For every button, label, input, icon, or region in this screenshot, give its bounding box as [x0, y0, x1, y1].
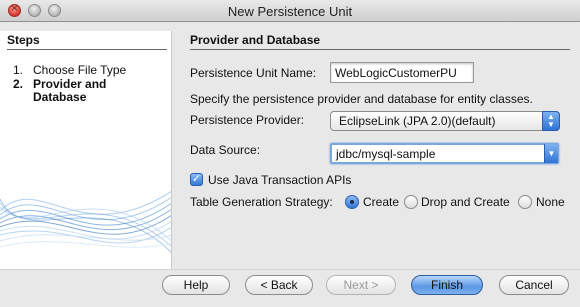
back-button[interactable]: < Back	[245, 275, 313, 295]
provider-select-value: EclipseLink (JPA 2.0)(default)	[339, 114, 496, 128]
description-text: Specify the persistence provider and dat…	[190, 92, 533, 106]
cancel-button[interactable]: Cancel	[499, 275, 569, 295]
provider-select[interactable]: EclipseLink (JPA 2.0)(default) ▲ ▼	[330, 111, 560, 131]
title-bar: × New Persistence Unit	[0, 0, 580, 22]
finish-button[interactable]: Finish	[411, 275, 483, 295]
decorative-wave-graphic	[0, 191, 171, 253]
step-item-1: 1. Choose File Type	[13, 64, 153, 77]
step-number: 1.	[13, 63, 24, 77]
steps-divider	[7, 49, 167, 50]
steps-panel: Steps 1. Choose File Type 2. Provider and …	[0, 31, 172, 269]
step-item-2: 2. Provider and Database	[13, 78, 153, 104]
jta-label: Use Java Transaction APIs	[208, 173, 352, 187]
radio-none-label: None	[536, 195, 565, 209]
dropdown-arrow-icon[interactable]: ▼	[544, 144, 558, 163]
datasource-label: Data Source:	[190, 143, 261, 157]
window-title: New Persistence Unit	[227, 4, 353, 19]
radio-create-label: Create	[363, 195, 400, 209]
step-number: 2.	[13, 77, 24, 91]
radio-none[interactable]	[518, 195, 532, 209]
wizard-body: Steps 1. Choose File Type 2. Provider and …	[0, 23, 580, 307]
datasource-combo[interactable]: jdbc/mysql-sample ▼	[330, 143, 559, 164]
next-button[interactable]: Next >	[326, 275, 396, 295]
datasource-value: jdbc/mysql-sample	[336, 147, 436, 161]
step-label: Choose File Type	[33, 63, 127, 77]
strategy-label: Table Generation Strategy:	[190, 195, 333, 209]
help-button[interactable]: Help	[162, 275, 230, 295]
radio-drop-and-create-label: Drop and Create	[421, 195, 510, 209]
step-label: Provider and Database	[33, 77, 107, 104]
updown-arrows-icon: ▲ ▼	[542, 111, 560, 131]
provider-label: Persistence Provider:	[190, 113, 305, 127]
unit-name-field[interactable]: WebLogicCustomerPU	[330, 62, 474, 83]
panel-heading: Provider and Database	[190, 33, 321, 47]
button-bar-divider	[0, 269, 580, 270]
checkmark-icon: ✓	[191, 173, 202, 185]
radio-drop-and-create[interactable]	[404, 195, 418, 209]
panel-divider	[190, 49, 570, 50]
steps-heading: Steps	[7, 33, 40, 47]
jta-checkbox[interactable]: ✓	[190, 173, 203, 186]
unit-name-label: Persistence Unit Name:	[190, 66, 317, 80]
radio-create[interactable]	[345, 195, 359, 209]
